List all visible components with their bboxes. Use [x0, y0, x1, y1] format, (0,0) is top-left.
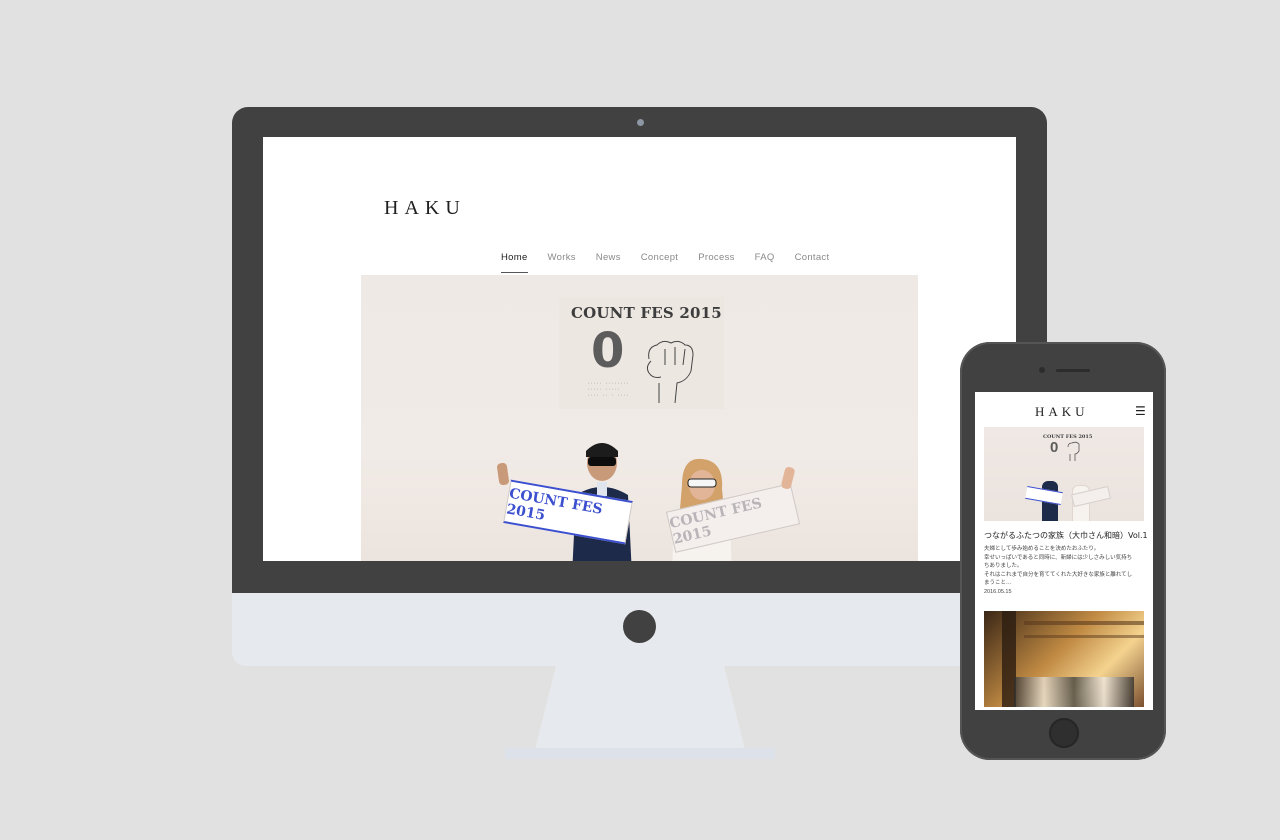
phone-home-button[interactable]	[1049, 718, 1079, 748]
nav-item-faq[interactable]: FAQ	[755, 252, 775, 273]
poster-title: COUNT FES 2015	[571, 304, 722, 322]
excerpt-line: それはこれまで自分を育ててくれた大好きな家族と離れてし	[984, 571, 1133, 578]
nav-item-works[interactable]: Works	[548, 252, 576, 273]
nav-item-concept[interactable]: Concept	[641, 252, 678, 273]
desktop-screen: HAKU Home Works News Concept Process FAQ…	[263, 137, 1016, 561]
hand-left	[496, 462, 510, 486]
site-logo[interactable]: HAKU	[384, 197, 466, 220]
imac-logo-icon	[623, 610, 656, 643]
mobile-fist-icon	[1067, 441, 1080, 461]
excerpt-line: ちありました。	[984, 563, 1023, 569]
imac-stand-foot	[505, 748, 775, 759]
image2-beam	[1024, 635, 1144, 638]
main-nav: Home Works News Concept Process FAQ Cont…	[501, 252, 849, 273]
mobile-poster-number: 0	[1050, 439, 1059, 456]
excerpt-line: 幸せいっぱいであると同時に、新婦には少しさみしい気持ち	[984, 554, 1133, 561]
hand-right	[780, 466, 796, 490]
hero-poster: COUNT FES 2015 0 ····· ········ ····· ···…	[559, 297, 724, 409]
hero-image: COUNT FES 2015 0 ····· ········ ····· ···…	[361, 275, 918, 561]
hamburger-icon[interactable]: ☰	[1135, 405, 1146, 417]
excerpt-line: 夫婦として歩み始めることを決めたおふたり。	[984, 546, 1100, 552]
phone-camera	[1039, 367, 1045, 373]
image2-guests	[1014, 677, 1134, 707]
excerpt-line: まうこと…	[984, 580, 1012, 586]
nav-item-home[interactable]: Home	[501, 252, 528, 273]
image2-beam	[1024, 621, 1144, 625]
imac-camera	[637, 119, 644, 126]
article-title[interactable]: つながるふたつの家族（大巾さん和暗）Vol.1	[984, 530, 1149, 541]
poster-fineprint: ····· ········ ····· ····· ···· ·· · ····	[587, 381, 630, 399]
mobile-hero-image[interactable]: COUNT FES 2015 0	[984, 427, 1144, 521]
poster-number: 0	[591, 323, 625, 379]
nav-item-contact[interactable]: Contact	[795, 252, 830, 273]
nav-item-news[interactable]: News	[596, 252, 621, 273]
mobile-article-image-2[interactable]	[984, 611, 1144, 707]
mobile-screen: HAKU ☰ COUNT FES 2015 0 つながるふたつの家族（大巾さん和…	[975, 392, 1153, 710]
nav-item-process[interactable]: Process	[698, 252, 734, 273]
phone-speaker	[1056, 369, 1090, 372]
mobile-site-logo[interactable]: HAKU	[1035, 404, 1089, 420]
imac-stand-neck	[535, 666, 745, 750]
article-date: 2016.05.15	[984, 589, 1012, 595]
article-excerpt: 夫婦として歩み始めることを決めたおふたり。 幸せいっぱいであると同時に、新婦には…	[984, 545, 1144, 588]
